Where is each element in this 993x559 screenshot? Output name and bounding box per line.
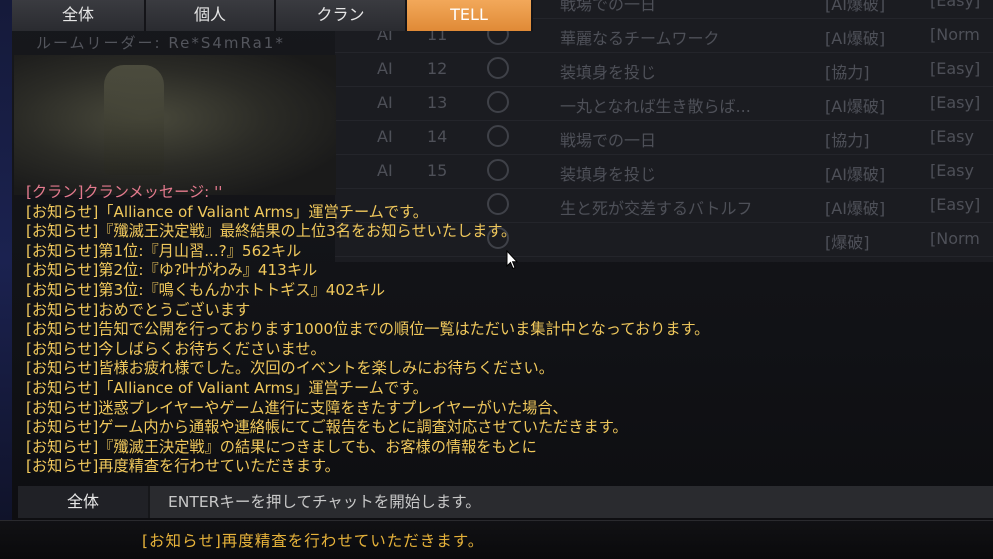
notice-message: [お知らせ]今しばらくお待ちくださいませ。 [26,339,326,358]
mouse-cursor-icon [506,250,518,270]
room-type: AI [377,161,393,180]
room-status-icon [487,57,509,79]
room-mode: [AI爆破] [825,165,886,184]
room-mode: [AI爆破] [825,0,886,14]
room-title: 装填身を投じ [560,63,657,82]
notice-message: [お知らせ]「Alliance of Valiant Arms」運営チームです。 [26,378,428,397]
tab-tell[interactable]: TELL [407,0,533,31]
notice-message: [お知らせ]皆様お疲れ様でした。次回のイベントを楽しみにお待ちください。 [26,359,554,378]
game-lobby-screen: 戦場での一日 [AI爆破] [Easy] AI 11 華麗なるチームワーク [AI爆破] [N… [0,0,993,559]
chat-input-bar: 全体 [18,486,993,518]
notice-message: [お知らせ]「Alliance of Valiant Arms」運営チームです。 [26,202,428,221]
room-type: AI [377,127,393,146]
room-title: 戦場での一日 [560,131,657,150]
ticker-text: [お知らせ]再度精査を行わせていただきます。 [142,532,485,550]
room-title: 戦場での一日 [560,0,657,14]
room-mode: [協力] [825,131,870,150]
room-status-icon [487,125,509,147]
soldier-figure [104,65,164,175]
notice-message: [お知らせ]告知で公開を行っております1000位までの順位一覧はただいま集計中と… [26,320,710,339]
notice-message: [お知らせ]ゲーム内から通報や連絡帳にてご報告をもとに調査対応させていただきます… [26,418,628,437]
room-number: 12 [427,59,448,78]
room-title: 一丸となれば生き散らば... [560,97,751,116]
room-difficulty: [Easy] [930,93,981,112]
chat-log: [クラン]クランメッセージ: '' [お知らせ]「Alliance of Vali… [26,183,986,477]
notice-message: [お知らせ]『殲滅王決定戦』の結果につきましても、お客様の情報をもとに [26,437,537,456]
room-status-icon [487,91,509,113]
room-difficulty: [Norm [930,25,980,44]
room-type: AI [377,93,393,112]
tab-all[interactable]: 全体 [12,0,146,31]
room-difficulty: [Easy [930,161,974,180]
notice-message: [お知らせ]迷惑プレイヤーやゲーム進行に支障をきたすプレイヤーがいた場合、 [26,398,568,417]
room-row[interactable]: AI 14 戦場での一日 [協力] [Easy [335,120,993,155]
room-leader-label: ルームリーダー: Re*S4mRa1* [36,34,285,52]
room-type: AI [377,59,393,78]
room-row[interactable]: AI 12 装填身を投じ [協力] [Easy] [335,52,993,87]
room-number: 15 [427,161,448,180]
room-number: 14 [427,127,448,146]
room-mode: [AI爆破] [825,29,886,48]
room-status-icon [487,159,509,181]
chat-input[interactable] [160,486,980,518]
room-title: 華麗なるチームワーク [560,29,720,48]
room-difficulty: [Easy] [930,59,981,78]
room-mode: [AI爆破] [825,97,886,116]
room-title: 装填身を投じ [560,165,657,184]
tab-personal[interactable]: 個人 [146,0,276,31]
tab-clan[interactable]: クラン [276,0,407,31]
chat-tabs: 全体 個人 クラン TELL [12,0,533,31]
room-mode: [協力] [825,63,870,82]
notice-message: [お知らせ]『殲滅王決定戦』最終結果の上位3名をお知らせいたします。 [26,222,517,241]
notice-ticker: [お知らせ]再度精査を行わせていただきます。 [0,520,993,559]
room-thumbnail [14,55,336,195]
chat-channel-button[interactable]: 全体 [18,486,150,518]
clan-message: [クラン]クランメッセージ: '' [26,183,223,201]
left-edge-decoration [0,0,12,520]
notice-message: [お知らせ]再度精査を行わせていただきます。 [26,457,340,476]
room-row[interactable]: AI 13 一丸となれば生き散らば... [AI爆破] [Easy] [335,86,993,121]
room-difficulty: [Easy [930,127,974,146]
notice-message: [お知らせ]おめでとうございます [26,300,251,319]
room-difficulty: [Easy] [930,0,981,10]
notice-message: [お知らせ]第3位:『鳴くもんかホトトギス』402キル [26,280,386,299]
room-number: 13 [427,93,448,112]
